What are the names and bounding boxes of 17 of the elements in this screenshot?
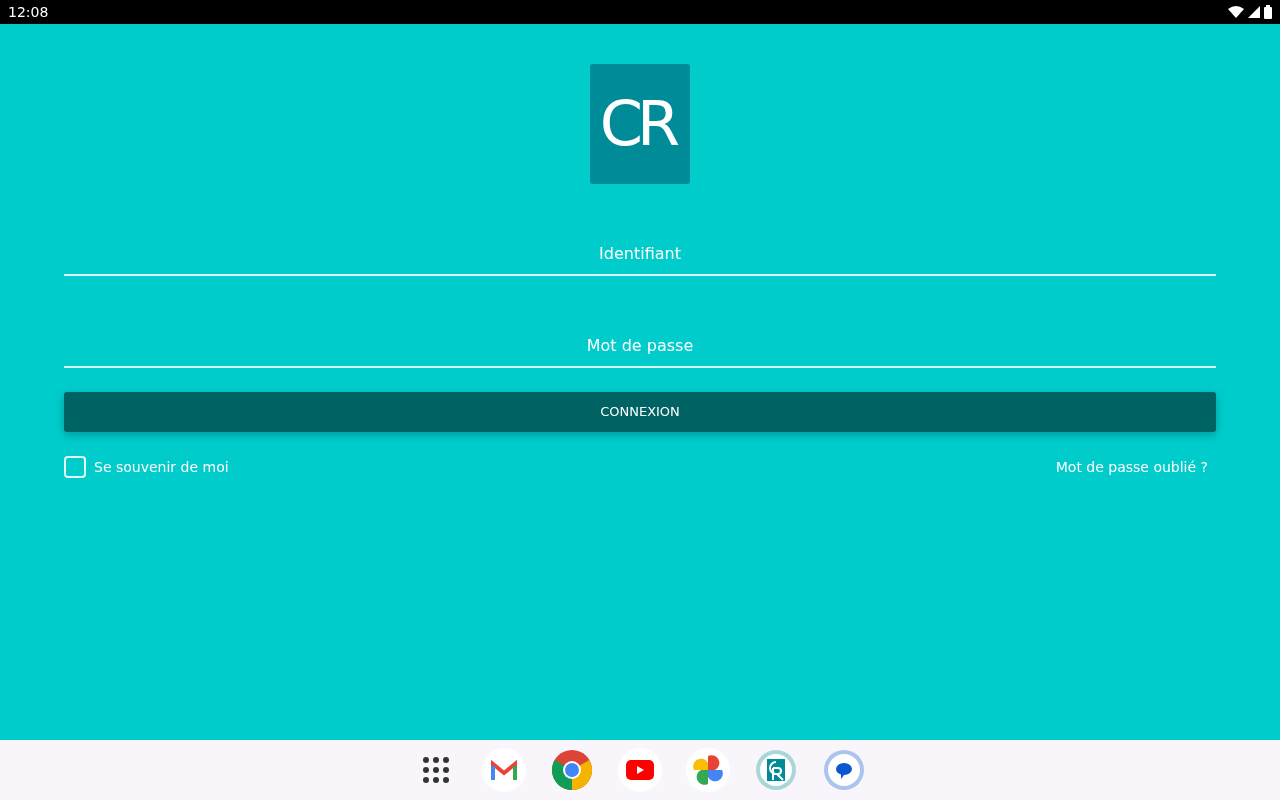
status-time: 12:08 [8, 2, 49, 22]
wifi-icon [1228, 6, 1244, 18]
browser-icon[interactable] [552, 750, 592, 790]
login-button[interactable]: CONNEXION [64, 392, 1216, 432]
mail-icon[interactable] [491, 760, 517, 780]
username-field[interactable]: Identifiant [64, 232, 1216, 276]
logo: CR [590, 64, 690, 184]
chat-bubble-icon[interactable] [824, 750, 864, 790]
remember-me-checkbox[interactable]: Se souvenir de moi [64, 456, 229, 478]
play-icon[interactable] [626, 760, 654, 780]
signal-icon [1248, 6, 1260, 18]
battery-icon [1264, 5, 1272, 19]
app-grid-icon[interactable] [423, 757, 449, 783]
password-field[interactable]: Mot de passe [64, 324, 1216, 368]
forgot-password-link[interactable]: Mot de passe oublié ? [1055, 456, 1208, 478]
app-logo-icon[interactable] [756, 750, 796, 790]
pinwheel-icon[interactable] [693, 755, 723, 785]
